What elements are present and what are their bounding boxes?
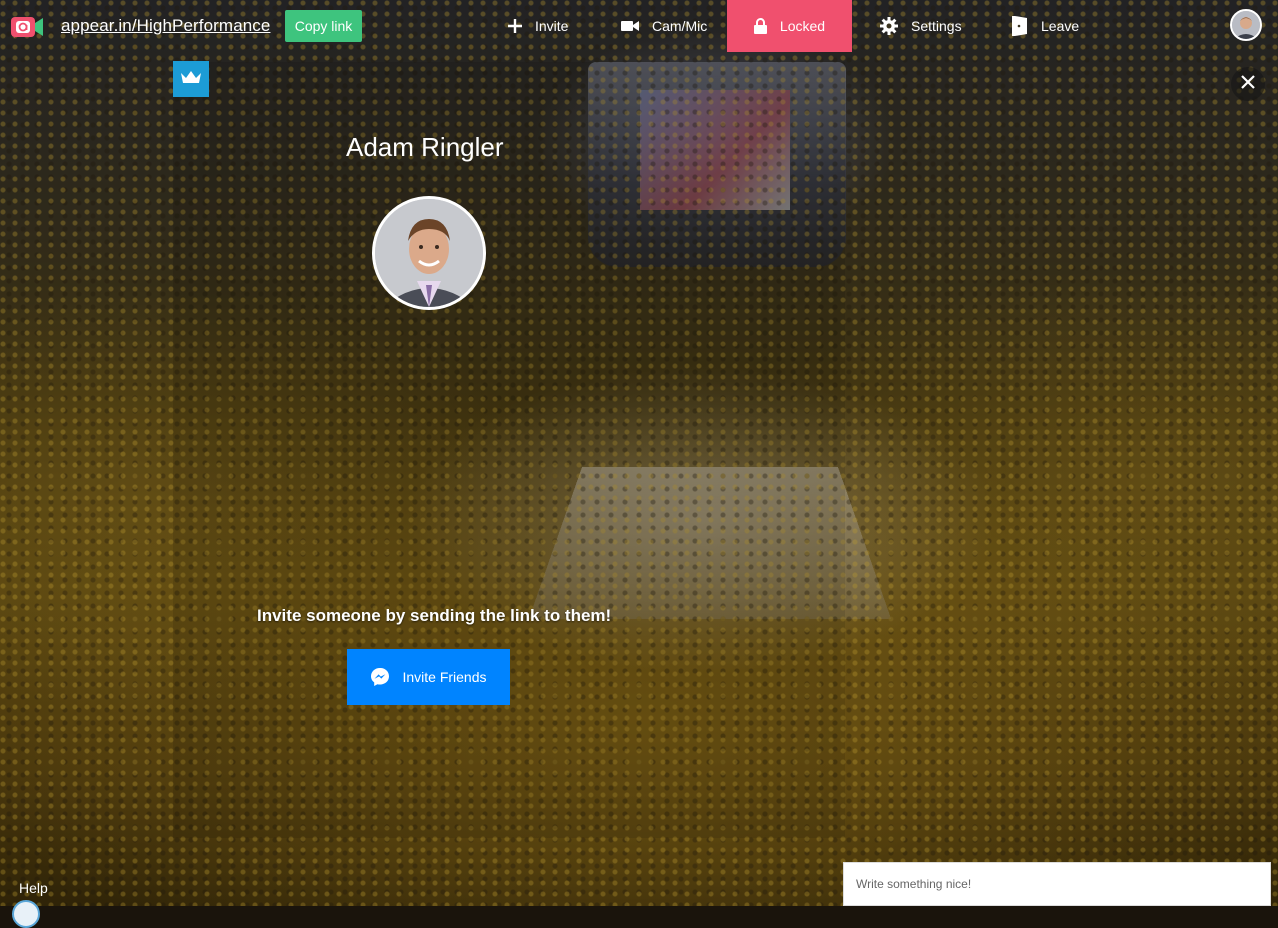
- plus-icon: [508, 19, 522, 33]
- room-link[interactable]: appear.in/HighPerformance: [61, 16, 270, 36]
- invite-friends-label: Invite Friends: [402, 669, 487, 685]
- participant-panel: [173, 62, 845, 838]
- cam-mic-label: Cam/Mic: [652, 18, 708, 34]
- participant-name: Adam Ringler: [346, 132, 504, 162]
- invite-label: Invite: [535, 18, 569, 34]
- chat-box: [843, 862, 1271, 906]
- invite-message: Invite someone by sending the link to th…: [257, 606, 612, 625]
- help-chat-icon[interactable]: [12, 900, 40, 928]
- chat-input[interactable]: [844, 863, 1270, 905]
- lock-room-button[interactable]: Locked: [727, 0, 852, 52]
- copy-link-button[interactable]: Copy link: [285, 10, 362, 42]
- lock-icon: [753, 18, 767, 34]
- invite-button[interactable]: Invite: [508, 0, 568, 52]
- participant-avatar: [372, 196, 486, 310]
- settings-button[interactable]: Settings: [880, 0, 962, 52]
- close-icon: [1241, 74, 1255, 94]
- top-bar: appear.in/HighPerformance Copy link Invi…: [0, 0, 1278, 52]
- crown-icon: [180, 70, 202, 89]
- invite-friends-button[interactable]: Invite Friends: [347, 649, 510, 705]
- help-link[interactable]: Help: [19, 880, 48, 896]
- locked-label: Locked: [779, 18, 826, 34]
- leave-button[interactable]: Leave: [1012, 0, 1079, 52]
- settings-label: Settings: [911, 18, 962, 34]
- appear-in-logo-icon[interactable]: [10, 14, 44, 40]
- gear-icon: [880, 17, 898, 35]
- user-avatar[interactable]: [1230, 9, 1262, 41]
- close-button[interactable]: [1231, 67, 1265, 101]
- door-icon: [1012, 16, 1028, 36]
- owner-crown-badge: [173, 61, 209, 97]
- messenger-icon: [370, 667, 390, 687]
- leave-label: Leave: [1041, 18, 1080, 34]
- cam-mic-button[interactable]: Cam/Mic: [621, 0, 707, 52]
- camera-icon: [621, 20, 639, 32]
